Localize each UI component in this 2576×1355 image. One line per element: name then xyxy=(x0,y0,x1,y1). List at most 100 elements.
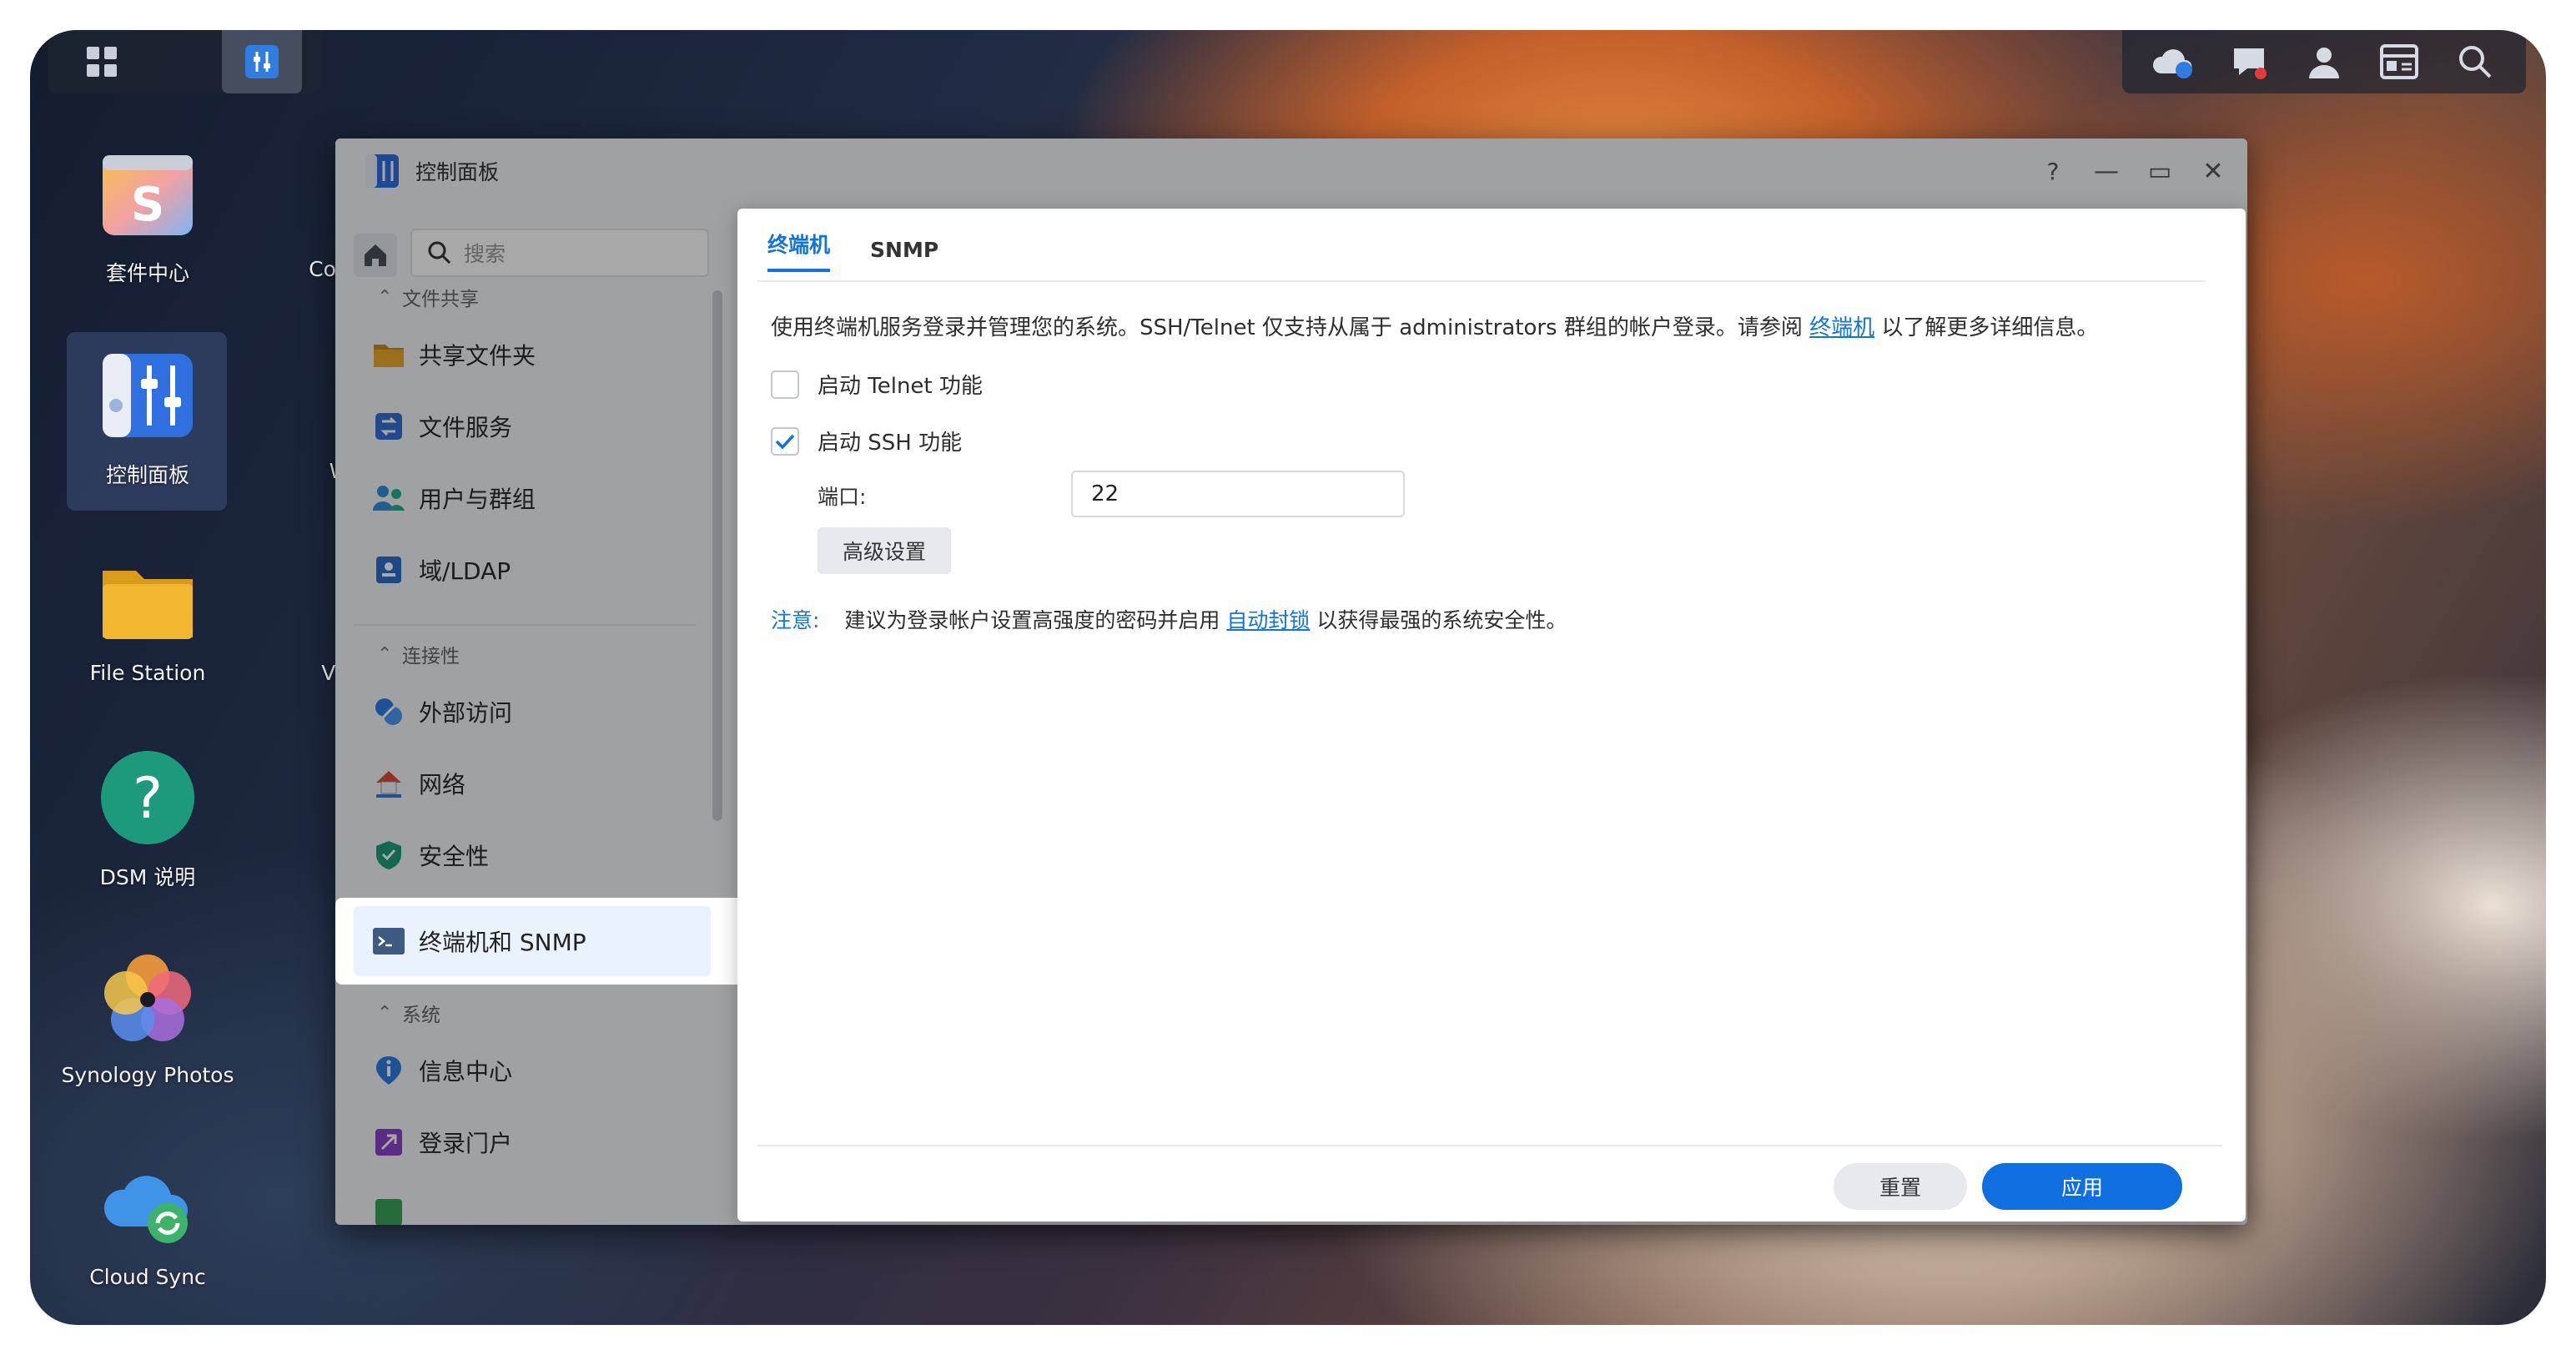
sidebar-item-file-services[interactable]: 文件服务 xyxy=(354,392,711,461)
close-icon: ✕ xyxy=(2202,156,2224,186)
ssh-option[interactable]: 启动 SSH 功能 xyxy=(771,426,962,456)
ssh-label: 启动 SSH 功能 xyxy=(818,431,963,456)
chevron-up-icon: ⌃ xyxy=(377,643,393,665)
desktop-icon-label: File Station xyxy=(89,661,206,685)
search-icon xyxy=(428,241,451,264)
sidebar-item-partial[interactable] xyxy=(354,1178,711,1225)
sidebar-item-network[interactable]: 网络 xyxy=(354,749,711,818)
control-panel-icon xyxy=(245,45,279,78)
desktop-icon-label: 套件中心 xyxy=(105,261,189,285)
tab-bar: 终端机 SNMP xyxy=(767,230,979,272)
svg-text:?: ? xyxy=(133,766,163,832)
user-icon[interactable] xyxy=(2301,38,2347,85)
chevron-up-icon: ⌃ xyxy=(377,286,393,308)
help-button[interactable]: ? xyxy=(2035,154,2070,189)
desktop-icon-synology-photos[interactable]: Synology Photos xyxy=(62,950,234,1087)
widgets-icon[interactable] xyxy=(2376,38,2423,85)
help-icon: ? xyxy=(2046,157,2060,185)
checkmark-icon xyxy=(775,434,795,450)
search-input[interactable]: 搜索 xyxy=(410,229,709,277)
advanced-settings-button[interactable]: 高级设置 xyxy=(818,527,951,574)
home-button[interactable] xyxy=(354,234,397,277)
apply-button[interactable]: 应用 xyxy=(1982,1163,2182,1210)
sidebar-item-security[interactable]: 安全性 xyxy=(354,821,711,889)
desktop-icon-file-station[interactable]: File Station xyxy=(68,547,227,685)
info-icon xyxy=(372,1054,405,1087)
telnet-checkbox[interactable] xyxy=(771,370,799,399)
taskbar-right xyxy=(2122,30,2526,93)
taskbar-left xyxy=(48,30,322,93)
desktop-icon-package-center[interactable]: S 套件中心 xyxy=(68,144,227,287)
minimize-button[interactable]: — xyxy=(2089,154,2124,189)
users-icon xyxy=(372,481,405,515)
sidebar-item-domain-ldap[interactable]: 域/LDAP xyxy=(354,536,711,604)
note-label: 注意: xyxy=(771,608,820,632)
maximize-icon: ▭ xyxy=(2147,156,2172,186)
port-label: 端口: xyxy=(818,485,867,509)
desktop-icon-control-panel[interactable]: 控制面板 xyxy=(68,345,227,489)
notifications-icon[interactable] xyxy=(2226,38,2272,85)
ssh-checkbox[interactable] xyxy=(771,426,799,456)
folder-icon xyxy=(372,338,405,371)
search-placeholder: 搜索 xyxy=(464,242,506,266)
auto-block-link[interactable]: 自动封锁 xyxy=(1226,608,1310,632)
domain-icon xyxy=(372,553,405,587)
tab-terminal[interactable]: 终端机 xyxy=(767,229,831,272)
desktop-icon-label: Cloud Sync xyxy=(89,1265,206,1289)
desktop-icon-dsm-help[interactable]: ? DSM 说明 xyxy=(68,748,227,891)
help-icon: ? xyxy=(98,748,198,848)
section-connectivity[interactable]: ⌃ 连接性 xyxy=(377,637,460,671)
sidebar-item-terminal-snmp[interactable]: 终端机和 SNMP xyxy=(354,906,711,976)
grid-icon xyxy=(87,47,117,77)
cloud-sync-icon xyxy=(98,1151,198,1252)
terminal-help-link[interactable]: 终端机 xyxy=(1809,315,1874,340)
search-icon[interactable] xyxy=(2452,38,2498,85)
desktop-icon-cloud-sync[interactable]: Cloud Sync xyxy=(68,1151,227,1289)
section-system[interactable]: ⌃ 系统 xyxy=(377,996,440,1030)
login-portal-icon xyxy=(372,1126,405,1159)
telnet-option[interactable]: 启动 Telnet 功能 xyxy=(771,369,983,400)
sidebar-item-login-portal[interactable]: 登录门户 xyxy=(354,1108,711,1176)
package-center-icon: S xyxy=(98,144,198,244)
regional-options-icon xyxy=(372,1196,405,1225)
minimize-icon: — xyxy=(2094,156,2119,186)
control-panel-icon xyxy=(98,345,198,446)
sidebar-divider xyxy=(354,624,696,626)
section-file-sharing[interactable]: ⌃ 文件共享 xyxy=(377,280,479,314)
footer-divider xyxy=(757,1145,2222,1146)
sidebar-item-shared-folder[interactable]: 共享文件夹 xyxy=(354,320,711,389)
network-icon xyxy=(372,767,405,800)
taskbar-control-panel-button[interactable] xyxy=(222,30,302,93)
tab-snmp[interactable]: SNMP xyxy=(870,238,938,272)
sidebar: 搜索 ⌃ 文件共享 共享文件夹 文件服务 用户与群组 域/LDAP ⌃ 连接性 xyxy=(335,204,736,1225)
chevron-up-icon: ⌃ xyxy=(377,1002,393,1024)
security-note: 注意: 建议为登录帐户设置高强度的密码并启用 自动封锁 以获得最强的系统安全性。 xyxy=(771,608,1567,632)
sidebar-item-users-groups[interactable]: 用户与群组 xyxy=(354,464,711,532)
photos-flower-icon xyxy=(98,950,198,1050)
sidebar-item-external-access[interactable]: 外部访问 xyxy=(354,678,711,746)
window-titlebar[interactable]: 控制面板 ? — ▭ ✕ xyxy=(335,139,2247,204)
window-title: 控制面板 xyxy=(415,160,500,184)
terminal-icon xyxy=(372,924,405,958)
terminal-snmp-dialog: 终端机 SNMP 使用终端机服务登录并管理您的系统。SSH/Telnet 仅支持… xyxy=(737,209,2246,1222)
terminal-description: 使用终端机服务登录并管理您的系统。SSH/Telnet 仅支持从属于 admin… xyxy=(771,315,2099,340)
tab-divider xyxy=(757,280,2206,282)
cloud-status-icon[interactable] xyxy=(2150,38,2196,85)
folder-icon xyxy=(98,547,198,647)
sidebar-scrollbar[interactable] xyxy=(712,290,722,821)
maximize-button[interactable]: ▭ xyxy=(2142,154,2177,189)
svg-text:S: S xyxy=(131,178,164,232)
control-panel-icon xyxy=(365,154,399,188)
port-input[interactable] xyxy=(1071,471,1405,517)
main-menu-button[interactable] xyxy=(62,30,142,93)
external-access-icon xyxy=(372,695,405,728)
shield-icon xyxy=(372,839,405,872)
close-button[interactable]: ✕ xyxy=(2196,154,2231,189)
desktop-icon-label: 控制面板 xyxy=(105,463,189,487)
telnet-label: 启动 Telnet 功能 xyxy=(818,374,983,399)
active-item-highlight: 终端机和 SNMP xyxy=(335,898,739,985)
sidebar-item-info-center[interactable]: 信息中心 xyxy=(354,1036,711,1105)
reset-button[interactable]: 重置 xyxy=(1834,1163,1967,1210)
home-icon xyxy=(365,244,386,266)
desktop-icon-label: Synology Photos xyxy=(61,1063,234,1087)
